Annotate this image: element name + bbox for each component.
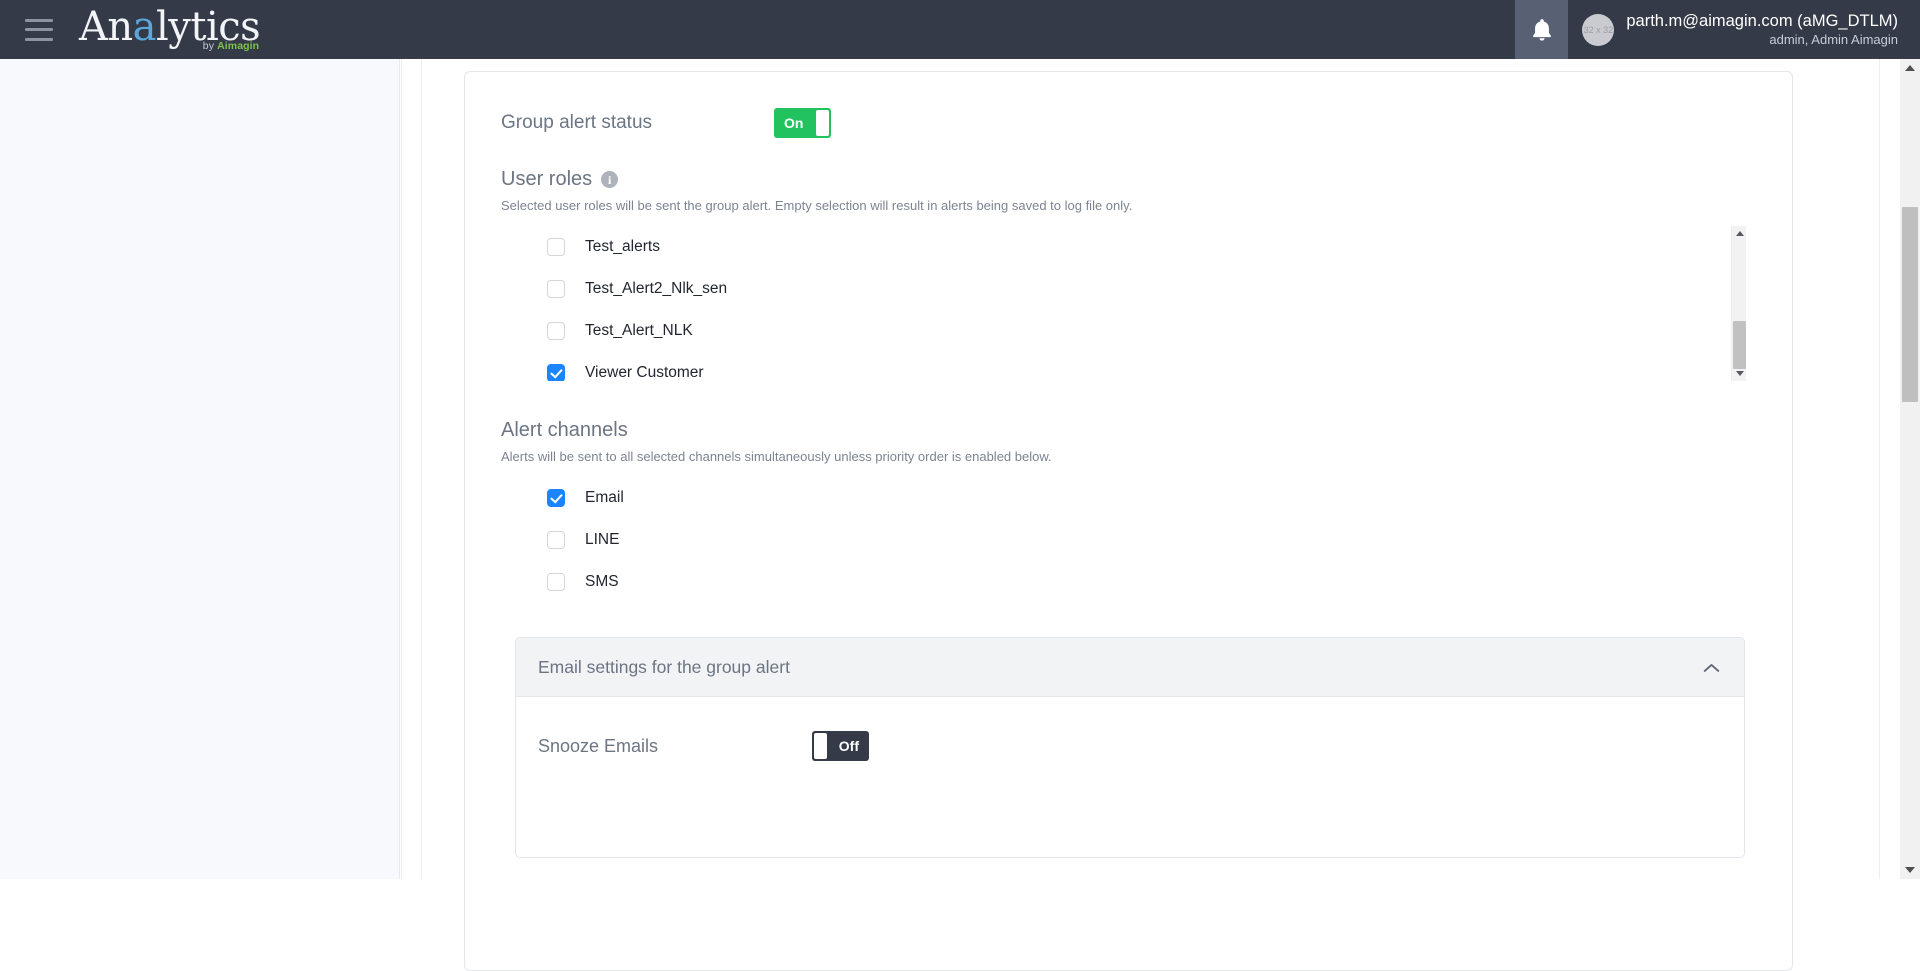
chevron-up-icon[interactable] bbox=[1703, 662, 1720, 673]
page-scrollbar-thumb[interactable] bbox=[1902, 207, 1918, 402]
hamburger-bar bbox=[25, 18, 53, 22]
page-scrollbar[interactable] bbox=[1900, 59, 1920, 879]
logo-text-accent: a bbox=[132, 4, 157, 51]
logo-text-pre: An bbox=[79, 4, 133, 51]
alert-channel-label: LINE bbox=[585, 531, 620, 548]
list-item[interactable]: Test_alerts bbox=[501, 226, 1746, 268]
info-icon[interactable]: i bbox=[601, 171, 619, 188]
user-roles-scroll-viewport: Test_alerts Test_Alert2_Nlk_sen Test_Ale… bbox=[501, 226, 1746, 381]
alert-channel-checkbox[interactable] bbox=[547, 531, 565, 549]
user-role-checkbox[interactable] bbox=[547, 238, 565, 256]
alert-channels-description: Alerts will be sent to all selected chan… bbox=[501, 449, 1052, 464]
alert-channels-title: Alert channels bbox=[501, 419, 628, 441]
page-scroll-down-arrow-icon[interactable] bbox=[1900, 861, 1920, 879]
hamburger-bar bbox=[25, 37, 53, 41]
logo-subtitle-prefix: by bbox=[202, 40, 218, 53]
snooze-emails-toggle[interactable]: Off bbox=[812, 731, 869, 761]
user-role-label: Viewer Customer bbox=[585, 364, 704, 381]
alert-channels-list: Email LINE SMS bbox=[501, 477, 1792, 603]
page-scroll-up-arrow-icon[interactable] bbox=[1900, 59, 1920, 77]
email-settings-panel-title: Email settings for the group alert bbox=[538, 656, 790, 677]
email-settings-panel-header[interactable]: Email settings for the group alert bbox=[516, 638, 1744, 697]
user-role-checkbox[interactable] bbox=[547, 364, 565, 381]
group-alert-status-toggle-label: On bbox=[784, 115, 804, 131]
user-role-checkbox[interactable] bbox=[547, 280, 565, 298]
alert-channel-checkbox[interactable] bbox=[547, 489, 565, 507]
user-account-menu[interactable]: 32 x 32 parth.m@aimagin.com (aMG_DTLM) a… bbox=[1568, 0, 1920, 59]
toggle-knob bbox=[816, 110, 829, 136]
group-alert-status-toggle[interactable]: On bbox=[774, 108, 831, 138]
group-alert-status-label: Group alert status bbox=[501, 112, 653, 133]
user-role-label: Test_Alert_NLK bbox=[585, 322, 693, 339]
scroll-up-arrow-icon[interactable] bbox=[1732, 226, 1747, 241]
user-info: parth.m@aimagin.com (aMG_DTLM) admin, Ad… bbox=[1626, 11, 1898, 48]
app-logo[interactable]: Analytics by Aimagin bbox=[79, 4, 261, 52]
hamburger-menu-icon[interactable] bbox=[25, 18, 53, 41]
snooze-emails-row: Snooze Emails Off bbox=[516, 731, 1744, 761]
main-content-area: Group alert status On User roles i Selec… bbox=[401, 59, 1899, 971]
list-item[interactable]: LINE bbox=[501, 519, 1792, 561]
snooze-emails-label: Snooze Emails bbox=[538, 735, 659, 756]
scrollbar-thumb[interactable] bbox=[1733, 321, 1746, 369]
alert-channels-heading: Alert channels bbox=[501, 419, 1792, 442]
left-sidebar bbox=[0, 59, 400, 879]
user-role: admin, Admin Aimagin bbox=[1769, 31, 1898, 47]
list-item[interactable]: Email bbox=[501, 477, 1792, 519]
user-roles-scrollbar[interactable] bbox=[1731, 226, 1746, 381]
list-item[interactable]: Viewer Customer bbox=[501, 352, 1746, 381]
snooze-emails-toggle-label: Off bbox=[838, 738, 859, 754]
list-item[interactable]: SMS bbox=[501, 561, 1792, 603]
alert-channel-label: Email bbox=[585, 489, 624, 506]
user-email: parth.m@aimagin.com (aMG_DTLM) bbox=[1626, 12, 1898, 31]
email-settings-panel: Email settings for the group alert Snooz… bbox=[515, 637, 1745, 858]
toggle-knob bbox=[814, 733, 827, 759]
list-item[interactable]: Test_Alert_NLK bbox=[501, 310, 1746, 352]
user-role-label: Test_alerts bbox=[585, 238, 660, 255]
content-right-gutter bbox=[1879, 59, 1900, 879]
alert-channel-label: SMS bbox=[585, 573, 619, 590]
user-roles-section: User roles i Selected user roles will be… bbox=[465, 168, 1792, 381]
avatar: 32 x 32 bbox=[1582, 13, 1615, 46]
content-inner-column: Group alert status On User roles i Selec… bbox=[421, 59, 1881, 971]
scroll-down-arrow-icon[interactable] bbox=[1732, 366, 1747, 381]
topbar-right-group: 32 x 32 parth.m@aimagin.com (aMG_DTLM) a… bbox=[1515, 0, 1920, 59]
user-roles-list: Test_alerts Test_Alert2_Nlk_sen Test_Ale… bbox=[501, 226, 1746, 381]
user-roles-title: User roles bbox=[501, 168, 593, 190]
alert-channel-checkbox[interactable] bbox=[547, 573, 565, 591]
user-roles-description: Selected user roles will be sent the gro… bbox=[501, 198, 1133, 213]
group-alert-settings-card: Group alert status On User roles i Selec… bbox=[464, 71, 1793, 971]
group-alert-status-row: Group alert status On bbox=[465, 72, 1792, 138]
alert-channels-section: Alert channels Alerts will be sent to al… bbox=[465, 419, 1792, 603]
top-navigation-bar: Analytics by Aimagin 32 x 32 parth.m@aim… bbox=[0, 0, 1920, 59]
user-roles-heading: User roles i bbox=[501, 168, 1792, 191]
notification-bell-button[interactable] bbox=[1515, 0, 1569, 59]
logo-subtitle: by Aimagin bbox=[203, 41, 259, 52]
email-settings-panel-body: Snooze Emails Off bbox=[516, 697, 1744, 857]
user-role-label: Test_Alert2_Nlk_sen bbox=[585, 280, 728, 297]
notification-bell-icon bbox=[1532, 18, 1551, 41]
list-item[interactable]: Test_Alert2_Nlk_sen bbox=[501, 268, 1746, 310]
hamburger-bar bbox=[25, 28, 53, 31]
logo-subtitle-brand: Aimagin bbox=[217, 40, 260, 53]
user-role-checkbox[interactable] bbox=[547, 322, 565, 340]
